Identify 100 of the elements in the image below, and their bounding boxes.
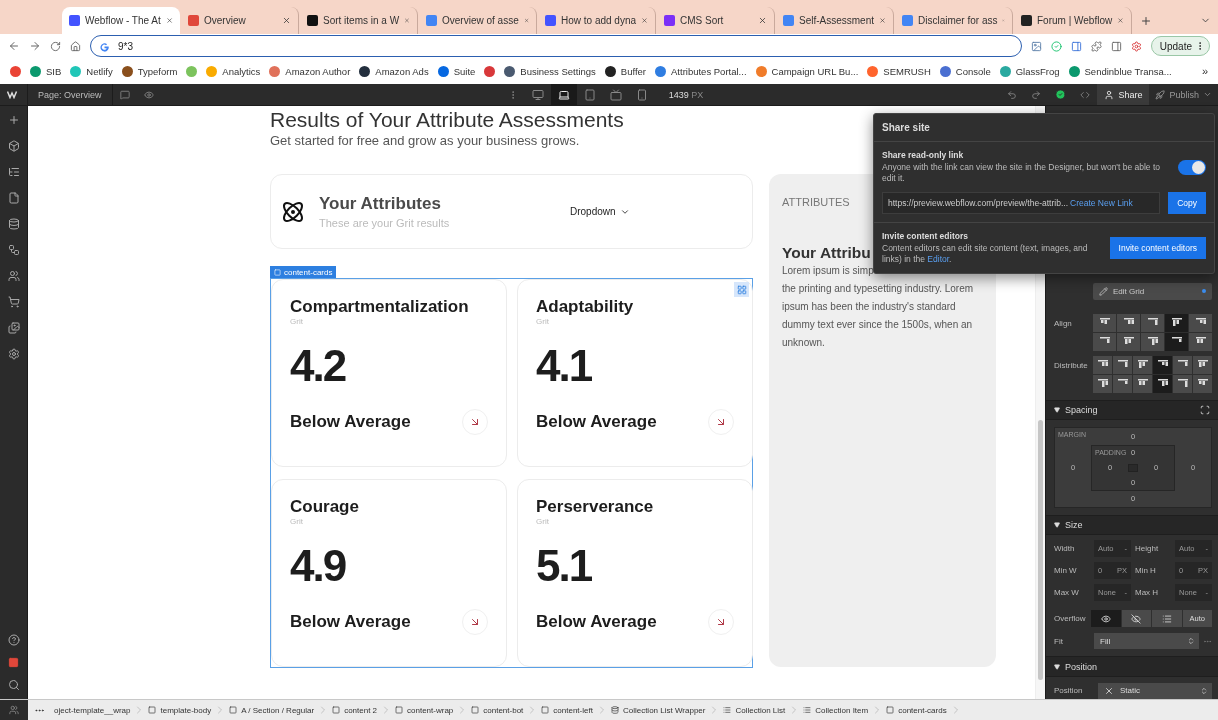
home-icon[interactable] (70, 40, 81, 52)
bookmark[interactable]: Amazon Author (269, 65, 351, 77)
align-option[interactable] (1189, 313, 1212, 332)
breadcrumb[interactable]: A / Section / Regular (226, 700, 318, 720)
fit-select[interactable]: Fill (1094, 633, 1199, 650)
settings-icon[interactable] (7, 348, 20, 360)
code-icon[interactable] (1080, 89, 1091, 100)
link-field[interactable]: https://preview.webflow.com/preview/the-attrib... Create New Link (882, 192, 1161, 214)
side-panel-icon[interactable] (1110, 40, 1122, 52)
publish-button[interactable]: Publish (1149, 84, 1218, 105)
device-option[interactable] (550, 84, 577, 105)
position-select[interactable]: Static (1098, 683, 1212, 699)
breadcrumb[interactable]: content 2 (329, 700, 381, 720)
align-option[interactable] (1141, 313, 1164, 332)
more-bookmarks[interactable]: » (1201, 65, 1208, 77)
align-option[interactable] (1093, 313, 1116, 332)
close-icon[interactable] (879, 16, 886, 25)
comment-icon[interactable] (119, 89, 130, 100)
breadcrumb[interactable]: content-wrap (392, 700, 457, 720)
bookmark[interactable]: Sendinblue Transa... (1068, 65, 1172, 77)
bookmark[interactable]: Analytics (206, 65, 261, 77)
distribute-option[interactable] (1153, 355, 1172, 374)
bookmark[interactable]: Business Settings (504, 65, 596, 77)
bookmark[interactable]: Attributes Portal... (655, 65, 747, 77)
redo-icon[interactable] (1031, 89, 1042, 100)
page-selector[interactable]: Page: Overview (28, 84, 113, 105)
bookmark-icon[interactable] (10, 65, 21, 77)
bookmark[interactable]: Amazon Ads (359, 65, 429, 77)
align-option[interactable] (1141, 332, 1164, 351)
distribute-option[interactable] (1193, 374, 1212, 393)
share-button[interactable]: Share (1097, 84, 1150, 105)
section-header[interactable]: Size (1046, 514, 1218, 536)
panel-icon[interactable] (1070, 40, 1082, 52)
breadcrumb[interactable]: template-body (145, 700, 215, 720)
breadcrumb[interactable]: oject-template__wrap (51, 700, 134, 720)
cube-icon[interactable] (7, 140, 20, 152)
bookmark[interactable]: GlassFrog (999, 65, 1060, 77)
browser-tab[interactable]: Webflow - The At (62, 7, 180, 34)
close-icon[interactable] (641, 16, 648, 25)
close-icon[interactable] (282, 16, 291, 25)
forward-icon[interactable] (29, 40, 41, 52)
dropdown-toggle[interactable]: Dropdown (570, 206, 630, 217)
image-icon[interactable] (1030, 40, 1042, 52)
selection-label[interactable]: content-cards (270, 266, 337, 278)
record-icon[interactable] (8, 657, 19, 668)
section-header[interactable]: Position (1046, 656, 1218, 677)
circle-check-icon[interactable] (1050, 40, 1062, 52)
bookmark[interactable]: Buffer (604, 65, 646, 77)
grid-toggle[interactable] (734, 282, 749, 297)
bookmark[interactable]: Typeform (121, 65, 178, 77)
distribute-option[interactable] (1173, 374, 1192, 393)
overflow-option[interactable] (1091, 610, 1121, 628)
page-icon[interactable] (7, 192, 20, 204)
spacing-icon[interactable] (1200, 405, 1210, 415)
overflow-option[interactable] (1152, 610, 1182, 628)
database-icon[interactable] (7, 218, 20, 230)
gear-icon[interactable] (1130, 40, 1142, 52)
distribute-option[interactable] (1133, 355, 1152, 374)
edit-grid-button[interactable]: Edit Grid (1093, 283, 1212, 300)
distribute-option[interactable] (1093, 355, 1112, 374)
breadcrumb[interactable]: content-cards (883, 700, 950, 720)
bookmark[interactable]: SIB (30, 65, 62, 77)
share-toggle[interactable] (1178, 159, 1206, 175)
align-option[interactable] (1093, 332, 1116, 351)
navigator-icon[interactable] (7, 166, 20, 178)
breadcrumb[interactable]: Collection List (720, 700, 789, 720)
distribute-option[interactable] (1113, 374, 1132, 393)
breadcrumb[interactable]: Collection List Wrapper (607, 700, 709, 720)
webflow-logo[interactable] (7, 90, 20, 99)
distribute-option[interactable] (1173, 355, 1192, 374)
distribute-option[interactable] (1113, 355, 1132, 374)
align-option[interactable] (1165, 313, 1188, 332)
close-icon[interactable] (758, 16, 767, 25)
bookmark[interactable]: Netlify (70, 65, 113, 77)
new-tab-icon[interactable] (1140, 14, 1152, 27)
bookmark[interactable]: Console (939, 65, 991, 77)
bookmark-icon[interactable] (484, 65, 496, 77)
close-icon[interactable] (1117, 16, 1124, 25)
update-button[interactable]: Update (1150, 36, 1210, 56)
bookmark[interactable]: SEMRUSH (867, 65, 931, 77)
distribute-option[interactable] (1093, 374, 1112, 393)
align-option[interactable] (1117, 332, 1140, 351)
bookmark[interactable]: Suite (437, 65, 476, 77)
puzzle-icon[interactable] (1090, 40, 1102, 52)
section-header[interactable]: Spacing (1046, 399, 1218, 421)
close-icon[interactable] (165, 16, 173, 25)
users-icon[interactable] (9, 705, 19, 715)
workflow-icon[interactable] (7, 244, 20, 256)
back-icon[interactable] (8, 40, 20, 52)
overflow-option[interactable] (1121, 610, 1151, 628)
breadcrumb[interactable]: content-bot (468, 700, 527, 720)
users-icon[interactable] (7, 270, 20, 282)
align-option[interactable] (1165, 332, 1188, 351)
distribute-option[interactable] (1153, 374, 1172, 393)
search-icon[interactable] (7, 679, 20, 691)
reload-icon[interactable] (50, 40, 61, 52)
copy-button[interactable]: Copy (1168, 192, 1206, 214)
selected-grid[interactable]: Compartmentalization Grit 4.2 Below Average Adaptability Grit 4.1 Below Average Courage Grit 4.9 Below Average Perserverance Grit 5.1 Below Average (270, 278, 753, 668)
breadcrumb[interactable]: Collection Item (800, 700, 872, 720)
add-icon[interactable] (7, 114, 20, 126)
